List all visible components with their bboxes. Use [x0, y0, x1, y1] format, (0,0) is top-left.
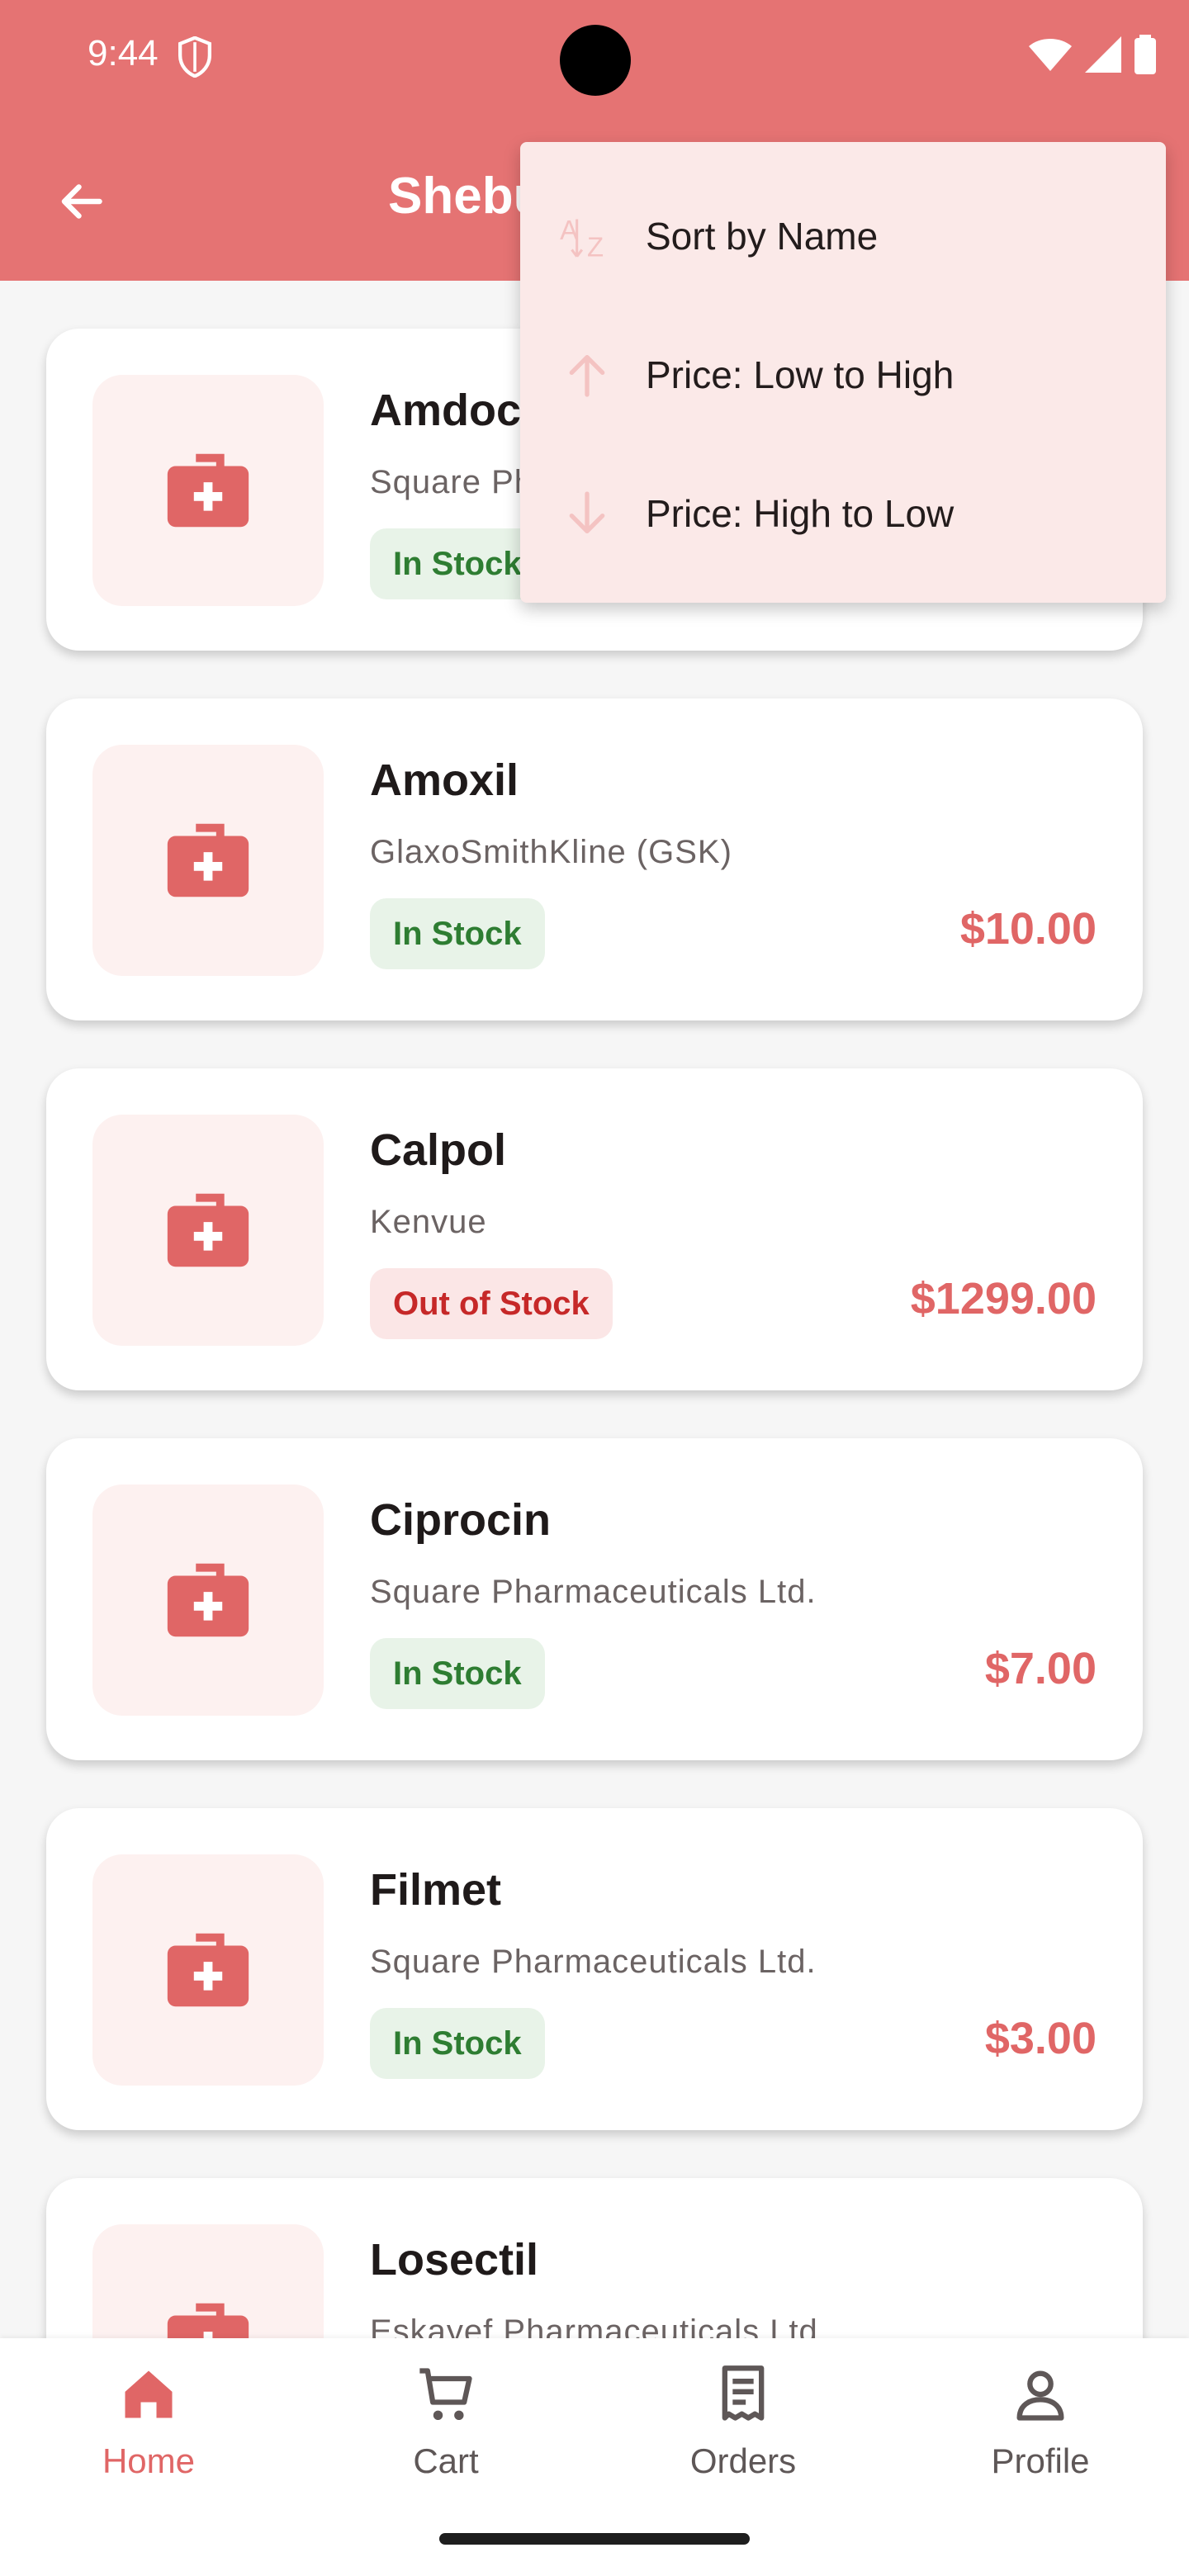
stock-badge: In Stock	[370, 2008, 545, 2079]
medical-kit-icon	[167, 453, 249, 528]
svg-text:A: A	[560, 215, 578, 245]
product-thumbnail	[92, 1854, 324, 2086]
menu-item-price-low-high[interactable]: Price: Low to High	[520, 305, 1166, 444]
product-price: $7.00	[984, 1644, 1097, 1693]
product-manufacturer: Square Pharmaceuticals Ltd.	[370, 1944, 817, 1980]
wifi-icon	[1029, 36, 1072, 77]
gesture-bar	[439, 2533, 750, 2545]
stock-badge: In Stock	[370, 1638, 545, 1709]
arrow-back-icon	[61, 184, 102, 219]
nav-label-orders: Orders	[689, 2441, 797, 2480]
product-card[interactable]: Calpol Kenvue Out of Stock $1299.00	[46, 1068, 1143, 1390]
back-button[interactable]	[50, 170, 112, 233]
medical-kit-icon	[167, 1563, 249, 1637]
arrow-down-icon	[557, 483, 618, 544]
product-name: Losectil	[370, 2235, 539, 2285]
signal-icon	[1085, 36, 1121, 77]
menu-label: Sort by Name	[646, 215, 879, 258]
product-thumbnail	[92, 745, 324, 976]
nav-profile[interactable]: Profile	[892, 2363, 1189, 2512]
status-time: 9:44	[88, 33, 159, 73]
product-name: Ciprocin	[370, 1495, 552, 1545]
product-price: $3.00	[984, 2014, 1097, 2063]
nav-cart[interactable]: Cart	[297, 2363, 594, 2512]
menu-label: Price: Low to High	[646, 353, 955, 396]
stock-badge: In Stock	[370, 528, 545, 599]
arrow-up-icon	[557, 344, 618, 405]
menu-item-sort-by-name[interactable]: AZ Sort by Name	[520, 167, 1166, 305]
nav-label-cart: Cart	[413, 2441, 479, 2480]
shield-icon	[177, 36, 213, 82]
sort-az-icon: AZ	[557, 206, 618, 267]
product-name: Filmet	[370, 1865, 502, 1915]
nav-label-home: Home	[102, 2441, 196, 2480]
stock-badge: Out of Stock	[370, 1268, 613, 1339]
product-thumbnail	[92, 1485, 324, 1716]
product-card[interactable]: Filmet Square Pharmaceuticals Ltd. In Stoc…	[46, 1808, 1143, 2130]
svg-text:Z: Z	[587, 232, 604, 263]
product-thumbnail	[92, 1115, 324, 1346]
product-name: Amoxil	[370, 755, 519, 805]
sort-menu: AZ Sort by Name Price: Low to High Price…	[520, 142, 1166, 603]
profile-icon	[1009, 2363, 1072, 2430]
menu-item-price-high-low[interactable]: Price: High to Low	[520, 444, 1166, 583]
product-thumbnail	[92, 375, 324, 606]
orders-icon	[712, 2363, 775, 2430]
menu-label: Price: High to Low	[646, 492, 955, 535]
stock-badge: In Stock	[370, 898, 545, 969]
product-price: $10.00	[959, 904, 1097, 954]
medical-kit-icon	[167, 823, 249, 897]
product-manufacturer: Kenvue	[370, 1204, 487, 1240]
product-manufacturer: Square Pharmaceuticals Ltd.	[370, 1574, 817, 1610]
product-card[interactable]: Ciprocin Square Pharmaceuticals Ltd. In St…	[46, 1438, 1143, 1760]
battery-icon	[1135, 35, 1156, 78]
nav-home[interactable]: Home	[0, 2363, 297, 2512]
medical-kit-icon	[167, 1193, 249, 1267]
home-icon	[117, 2363, 180, 2430]
product-manufacturer: GlaxoSmithKline (GSK)	[370, 834, 732, 870]
product-name: Calpol	[370, 1125, 507, 1175]
camera-cutout	[560, 25, 631, 96]
product-card[interactable]: Amoxil GlaxoSmithKline (GSK) In Stock $10.0…	[46, 698, 1143, 1020]
nav-orders[interactable]: Orders	[594, 2363, 892, 2512]
medical-kit-icon	[167, 1933, 249, 2007]
cart-icon	[414, 2363, 477, 2430]
nav-label-profile: Profile	[991, 2441, 1090, 2480]
product-price: $1299.00	[910, 1274, 1097, 1324]
